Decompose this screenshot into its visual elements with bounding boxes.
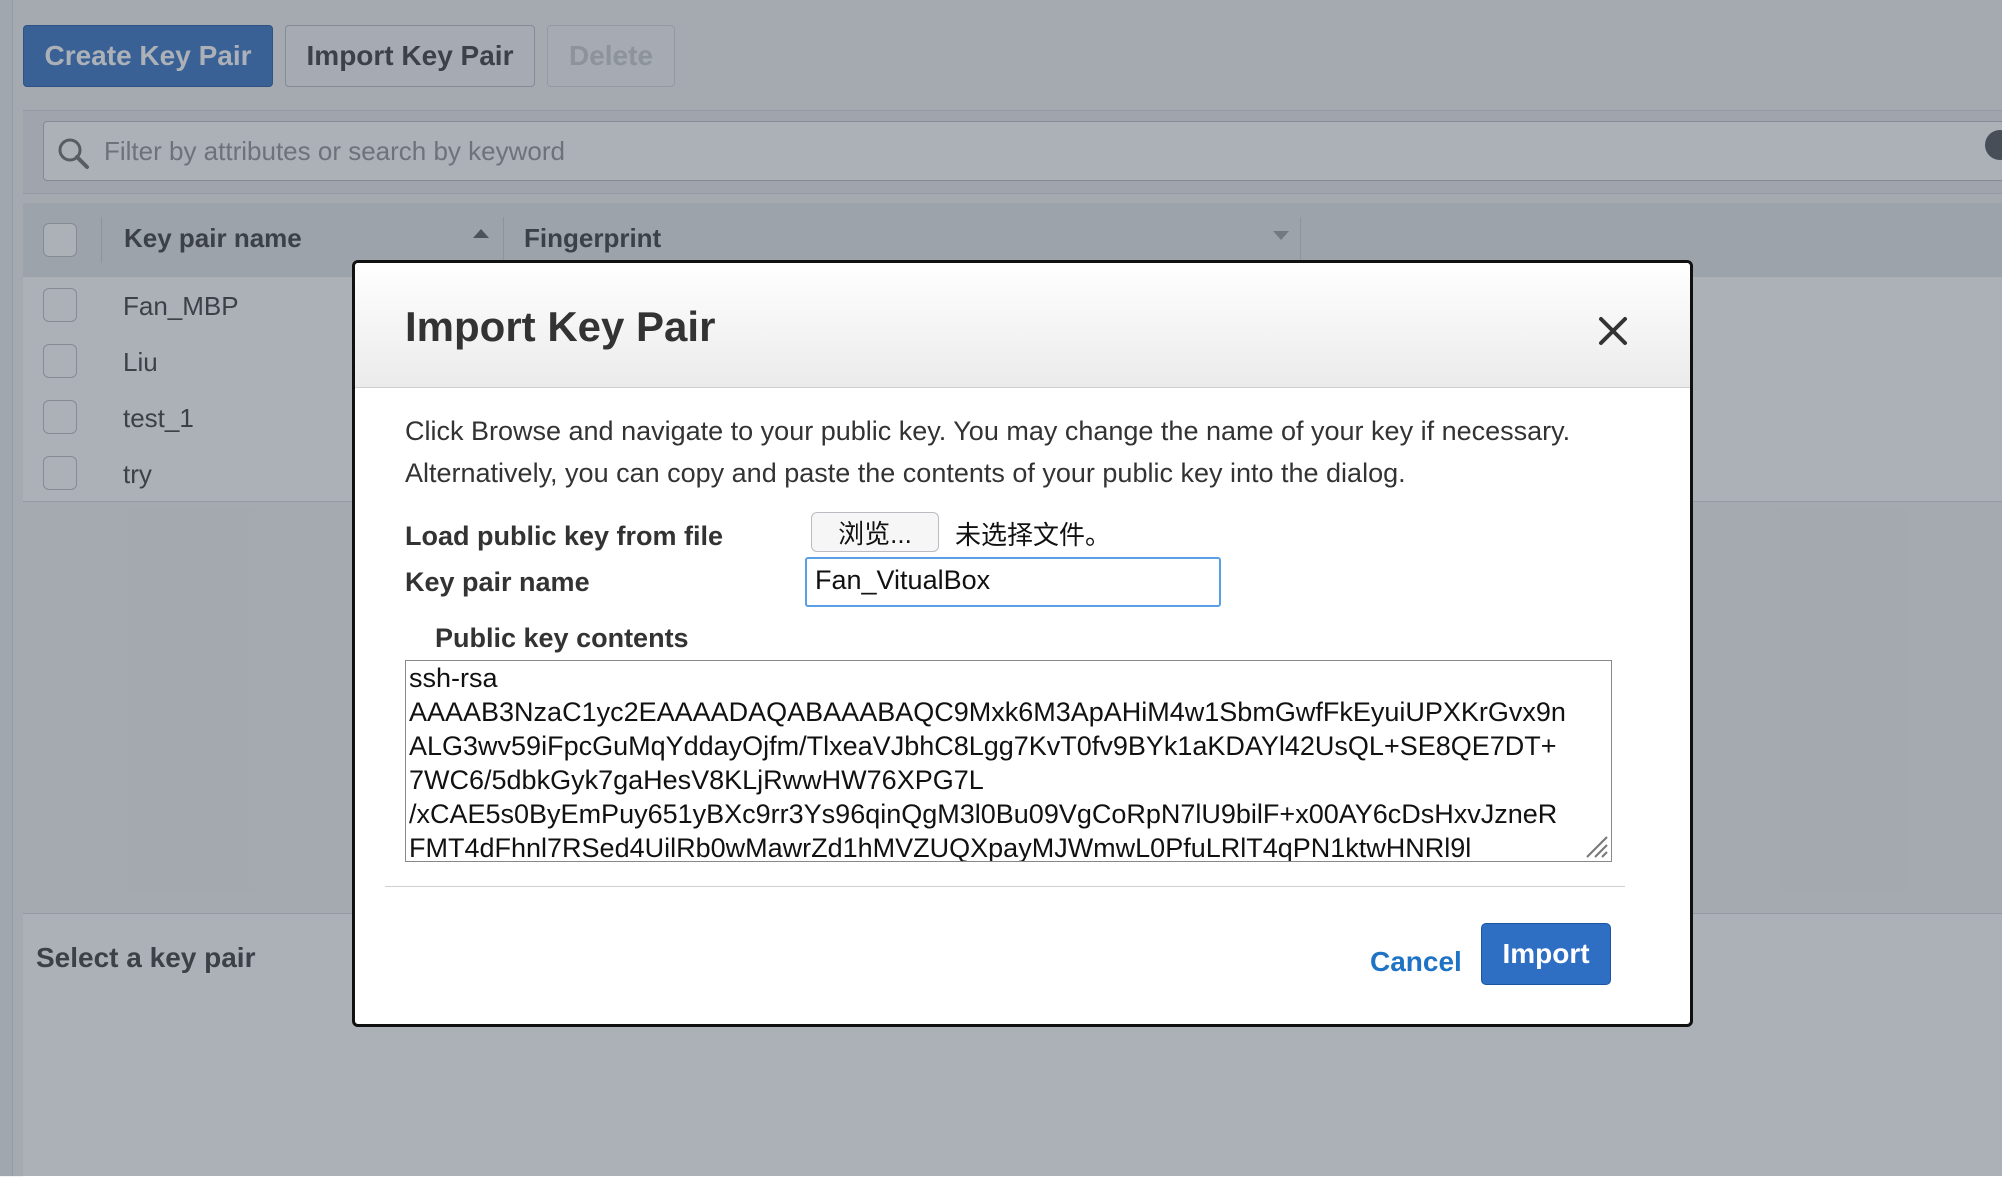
import-key-pair-dialog: Import Key Pair Click Browse and navigat… — [352, 260, 1693, 1027]
resize-handle-icon[interactable] — [1583, 833, 1609, 859]
import-button[interactable]: Import — [1481, 923, 1611, 985]
dialog-header: Import Key Pair — [355, 263, 1690, 388]
cancel-button[interactable]: Cancel — [1370, 946, 1462, 978]
load-public-key-label: Load public key from file — [405, 521, 724, 551]
dialog-title: Import Key Pair — [405, 303, 716, 350]
file-status-text: 未选择文件。 — [955, 520, 1112, 550]
key-pair-name-label: Key pair name — [405, 567, 590, 597]
dialog-footer-divider — [385, 886, 1625, 887]
public-key-contents-textarea[interactable]: ssh-rsa AAAAB3NzaC1yc2EAAAADAQABAAABAQC9… — [405, 660, 1612, 862]
public-key-contents-label: Public key contents — [435, 623, 689, 653]
close-icon[interactable] — [1595, 313, 1631, 349]
key-pair-name-input[interactable]: Fan_VitualBox — [805, 557, 1221, 607]
browse-button[interactable]: 浏览... — [811, 512, 939, 552]
dialog-description: Click Browse and navigate to your public… — [405, 416, 1571, 488]
